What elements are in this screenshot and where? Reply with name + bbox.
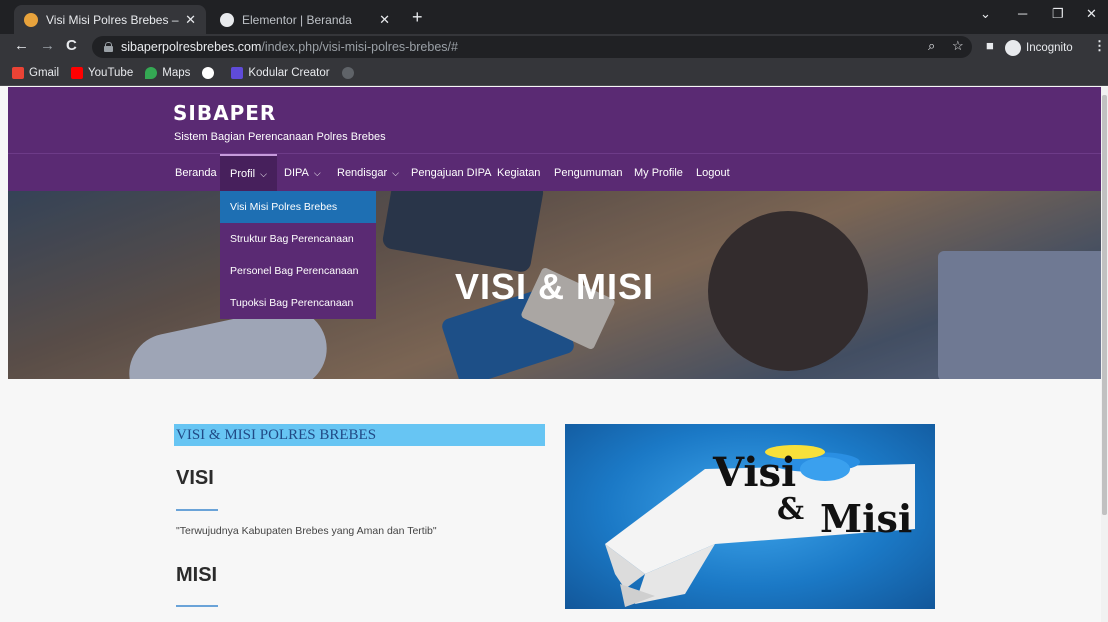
globe-icon bbox=[341, 66, 354, 79]
maps-pin-icon bbox=[145, 66, 158, 79]
address-bar[interactable]: sibaperpolresbrebes.com /index.php/visi-… bbox=[92, 36, 972, 58]
tab-title: Visi Misi Polres Brebes – Sibaper bbox=[46, 12, 179, 27]
site-logo[interactable]: SIBAPER bbox=[173, 101, 276, 125]
bookmarks-bar: Gmail YouTube Maps Kodular Creator bbox=[0, 60, 1108, 86]
visi-misi-image: Visi & Misi bbox=[565, 424, 935, 609]
bookmark-google[interactable] bbox=[202, 66, 219, 79]
misi-divider bbox=[176, 605, 218, 607]
page-scrollbar[interactable] bbox=[1101, 87, 1108, 622]
hero-banner: VISI & MISI bbox=[8, 191, 1101, 379]
tab-title: Elementor | Beranda bbox=[242, 12, 352, 27]
zoom-icon[interactable]: ⌕ bbox=[928, 38, 935, 54]
nav-pengumuman[interactable]: Pengumuman bbox=[554, 154, 623, 192]
url-host: sibaperpolresbrebes.com bbox=[121, 40, 262, 54]
nav-beranda[interactable]: Beranda bbox=[175, 154, 217, 192]
bookmark-maps[interactable]: Maps bbox=[145, 66, 191, 79]
main-navigation: Beranda Profil ⌵ DIPA ⌵ Rendisgar ⌵ Pengaju… bbox=[8, 153, 1101, 192]
bookmark-label: Gmail bbox=[29, 66, 60, 79]
restore-button[interactable]: ❐ bbox=[1052, 6, 1064, 22]
hero-title: VISI & MISI bbox=[454, 266, 655, 307]
tab-elementor[interactable]: Elementor | Beranda ✕ bbox=[210, 5, 400, 34]
nav-profil[interactable]: Profil ⌵ bbox=[220, 154, 277, 192]
site-tagline: Sistem Bagian Perencanaan Polres Brebes bbox=[174, 131, 386, 143]
visi-divider bbox=[176, 509, 218, 511]
nav-rendisgar[interactable]: Rendisgar ⌵ bbox=[337, 154, 399, 192]
bookmark-label: YouTube bbox=[88, 66, 134, 79]
image-ampersand: & bbox=[777, 492, 804, 527]
bookmark-star-icon[interactable]: ☆ bbox=[952, 38, 964, 54]
nav-my-profile[interactable]: My Profile bbox=[634, 154, 683, 192]
site-header: SIBAPER Sistem Bagian Perencanaan Polres… bbox=[8, 87, 1101, 153]
web-page: SIBAPER Sistem Bagian Perencanaan Polres… bbox=[8, 87, 1101, 622]
gmail-icon bbox=[12, 66, 24, 79]
side-panel-icon[interactable]: ■ bbox=[986, 38, 994, 53]
visi-misi-illustration: Visi & Misi bbox=[605, 445, 915, 607]
minimize-button[interactable]: ─ bbox=[1018, 6, 1027, 21]
chevron-down-icon: ⌵ bbox=[313, 167, 321, 178]
globe-icon bbox=[220, 12, 234, 27]
bookmark-extra[interactable] bbox=[341, 66, 359, 79]
incognito-icon bbox=[1005, 39, 1021, 56]
lock-icon bbox=[104, 42, 113, 52]
bookmark-kodular[interactable]: Kodular Creator bbox=[231, 66, 330, 79]
dropdown-item-struktur[interactable]: Struktur Bag Perencanaan bbox=[220, 223, 376, 255]
image-word-misi: Misi bbox=[820, 496, 912, 541]
nav-kegiatan[interactable]: Kegiatan bbox=[497, 154, 540, 192]
nav-pengajuan-dipa[interactable]: Pengajuan DIPA bbox=[411, 154, 492, 192]
forward-button[interactable]: → bbox=[40, 37, 55, 54]
site-favicon-icon bbox=[24, 12, 38, 27]
close-tab-icon[interactable]: ✕ bbox=[379, 12, 390, 28]
bookmark-gmail[interactable]: Gmail bbox=[12, 66, 60, 79]
incognito-label: Incognito bbox=[1026, 41, 1073, 54]
chevron-down-icon: ⌵ bbox=[260, 168, 267, 179]
menu-kebab-icon[interactable]: ⋮ bbox=[1093, 38, 1106, 54]
main-content: VISI & MISI POLRES BREBES VISI "Terwujud… bbox=[8, 379, 1101, 622]
nav-logout[interactable]: Logout bbox=[696, 154, 730, 192]
kodular-icon bbox=[231, 66, 244, 79]
google-icon bbox=[202, 66, 215, 79]
dropdown-item-visi-misi[interactable]: Visi Misi Polres Brebes bbox=[220, 191, 376, 223]
visi-text: "Terwujudnya Kabupaten Brebes yang Aman … bbox=[176, 525, 437, 537]
new-tab-button[interactable]: + bbox=[412, 7, 423, 28]
bookmark-youtube[interactable]: YouTube bbox=[71, 66, 134, 79]
close-window-button[interactable]: ✕ bbox=[1086, 6, 1097, 22]
nav-dipa[interactable]: DIPA ⌵ bbox=[284, 154, 321, 192]
tab-search-chevron-icon[interactable]: ⌄ bbox=[980, 6, 991, 22]
scrollbar-thumb[interactable] bbox=[1102, 95, 1107, 515]
back-button[interactable]: ← bbox=[14, 37, 29, 54]
bookmark-label: Maps bbox=[162, 66, 191, 79]
browser-tab-strip: Visi Misi Polres Brebes – Sibaper ✕ Elem… bbox=[0, 0, 1108, 34]
chevron-down-icon: ⌵ bbox=[392, 167, 399, 178]
misi-heading: MISI bbox=[176, 564, 218, 586]
tab-visi-misi[interactable]: Visi Misi Polres Brebes – Sibaper ✕ bbox=[14, 5, 206, 34]
visi-heading: VISI bbox=[176, 467, 214, 489]
profil-dropdown-menu: Visi Misi Polres Brebes Struktur Bag Per… bbox=[220, 191, 376, 319]
youtube-icon bbox=[71, 66, 84, 79]
bookmark-label: Kodular Creator bbox=[248, 66, 330, 79]
url-path: /index.php/visi-misi-polres-brebes/# bbox=[261, 40, 458, 54]
reload-button[interactable]: C bbox=[66, 37, 77, 54]
incognito-indicator[interactable]: Incognito bbox=[1005, 39, 1073, 56]
image-word-visi: Visi bbox=[712, 449, 796, 496]
browser-toolbar: ← → C sibaperpolresbrebes.com /index.php… bbox=[0, 34, 1108, 60]
dropdown-item-tupoksi[interactable]: Tupoksi Bag Perencanaan bbox=[220, 287, 376, 319]
dropdown-item-personel[interactable]: Personel Bag Perencanaan bbox=[220, 255, 376, 287]
close-tab-icon[interactable]: ✕ bbox=[185, 12, 196, 28]
section-title: VISI & MISI POLRES BREBES bbox=[174, 424, 545, 446]
